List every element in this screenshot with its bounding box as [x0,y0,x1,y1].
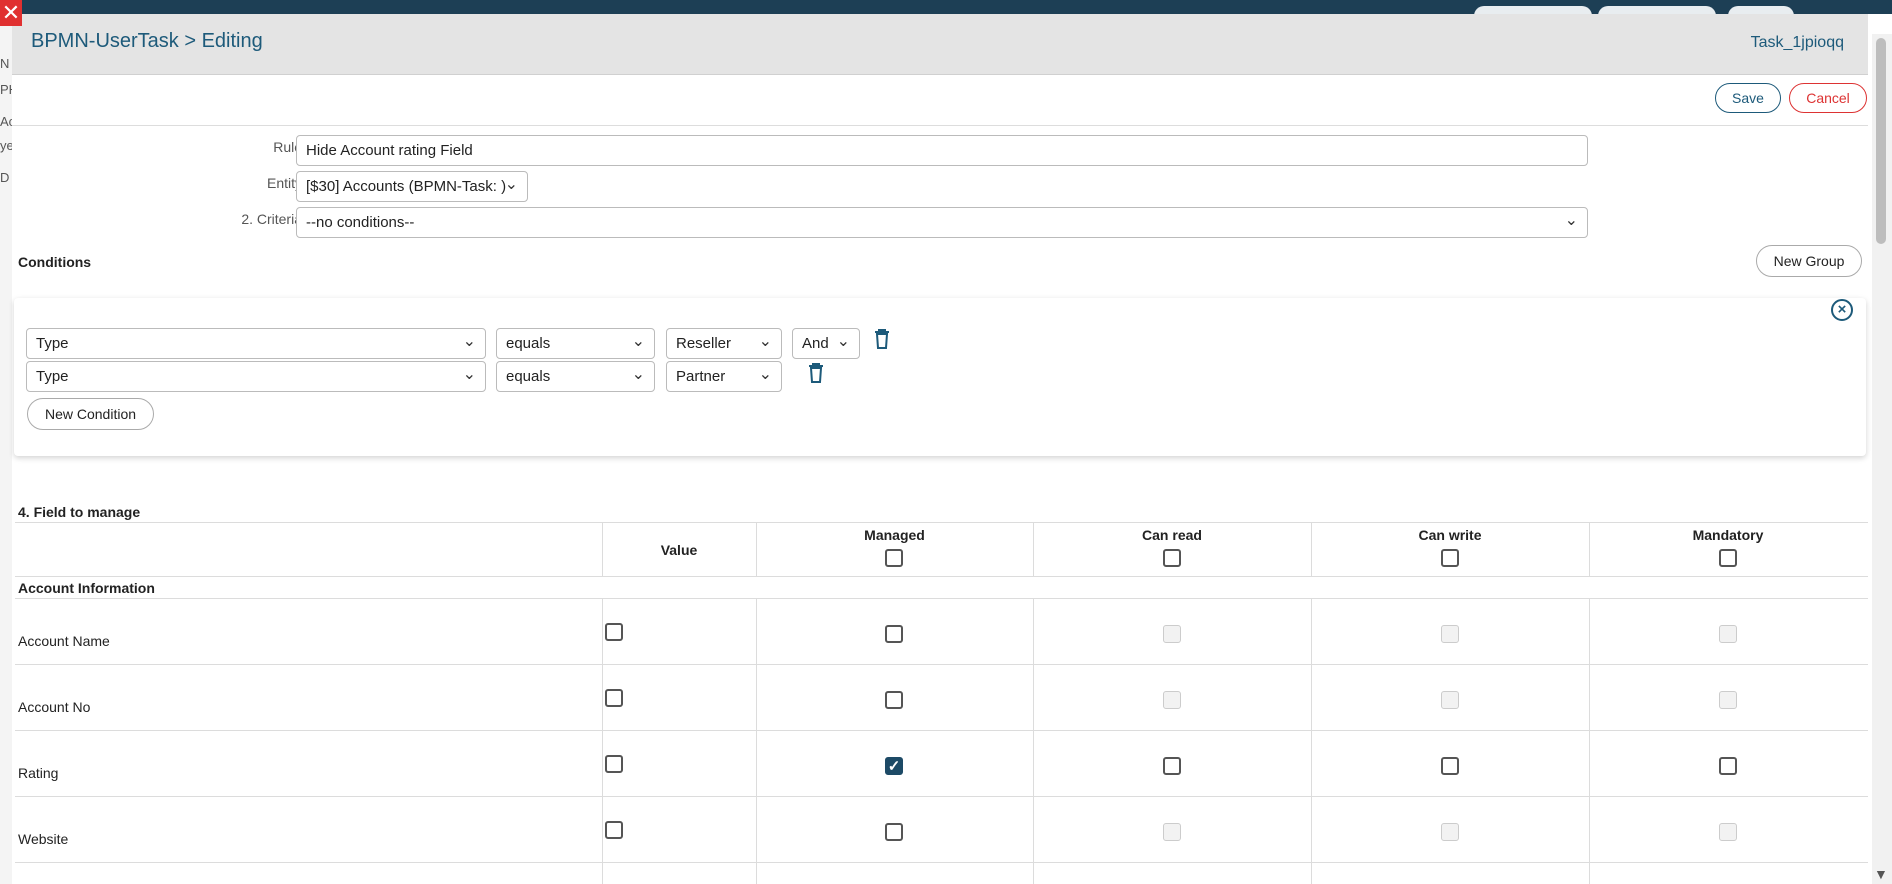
table-border [15,576,1868,577]
column-header-value: Value [660,542,698,558]
save-button[interactable]: Save [1715,83,1781,113]
value-checkbox[interactable] [605,821,623,839]
managed-checkbox[interactable]: ✓ [885,757,903,775]
table-border [756,598,757,884]
field-row-label: Account No [18,699,91,715]
page-title: BPMN-UserTask > Editing [31,30,263,52]
entity-label: Entity [266,175,302,191]
condition-operator-select[interactable]: equals [496,361,655,392]
condition-joiner-value: And [802,335,829,352]
select-all-can-write-checkbox[interactable] [1441,549,1459,567]
select-all-managed-checkbox[interactable] [885,549,903,567]
background-text: PH [0,82,12,97]
background-text: Ac [0,114,12,129]
field-row-label: Rating [18,765,59,781]
cancel-button[interactable]: Cancel [1789,83,1867,113]
table-border [1589,598,1590,884]
new-condition-button[interactable]: New Condition [27,398,154,430]
criteria-select[interactable]: --no conditions-- [296,207,1588,238]
can-read-checkbox [1163,691,1181,709]
condition-value-value: Partner [676,368,726,385]
circle-x-icon[interactable]: × [1831,299,1853,321]
value-checkbox[interactable] [605,755,623,773]
condition-field-select[interactable]: Type [26,328,486,359]
entity-select[interactable]: [$30] Accounts (BPMN-Task: ) [296,171,528,202]
managed-checkbox[interactable] [885,691,903,709]
condition-field-value: Type [36,335,69,352]
scroll-down-icon[interactable]: ▼ [1874,866,1888,882]
table-border [15,730,1868,731]
value-checkbox[interactable] [605,689,623,707]
can-write-checkbox [1441,625,1459,643]
table-border [15,598,1868,599]
criteria-label: 2. Criteria [241,211,302,227]
value-checkbox[interactable] [605,623,623,641]
trash-icon[interactable] [807,362,825,390]
can-write-checkbox [1441,691,1459,709]
condition-field-select[interactable]: Type [26,361,486,392]
background-text: D [0,170,10,185]
condition-field-value: Type [36,368,69,385]
table-border [15,796,1868,797]
condition-operator-select[interactable]: equals [496,328,655,359]
table-border [15,522,1868,523]
column-header-managed: Managed [864,527,925,543]
table-border [1033,598,1034,884]
select-all-can-read-checkbox[interactable] [1163,549,1181,567]
fields-title: 4. Field to manage [18,504,141,520]
criteria-select-value: --no conditions-- [306,214,415,231]
column-header-mandatory: Mandatory [1692,527,1764,543]
rule-label: Rule [273,139,302,155]
field-row-label: Website [18,831,69,847]
table-border [15,664,1868,665]
background-text: ye [0,138,12,153]
condition-operator-value: equals [506,368,551,385]
mandatory-checkbox [1719,691,1737,709]
mandatory-checkbox [1719,625,1737,643]
can-write-checkbox [1441,823,1459,841]
condition-joiner-select[interactable]: And [792,328,860,359]
mandatory-checkbox [1719,823,1737,841]
close-icon[interactable]: ✕ [0,0,22,26]
conditions-title: Conditions [18,254,92,270]
field-row-label: Account Name [18,633,110,649]
table-border [15,862,1868,863]
select-all-mandatory-checkbox[interactable] [1719,549,1737,567]
scrollbar-thumb[interactable] [1876,38,1886,244]
task-id: Task_1jpioqq [1750,34,1844,51]
group-label: Account Information [18,580,155,596]
can-read-checkbox[interactable] [1163,757,1181,775]
trash-icon[interactable] [873,328,891,356]
divider [12,125,1868,126]
condition-value-select[interactable]: Partner [666,361,782,392]
column-header-can-write: Can write [1418,527,1482,543]
condition-value-select[interactable]: Reseller [666,328,782,359]
modal-header: BPMN-UserTask > Editing Task_1jpioqq [12,14,1868,75]
condition-operator-value: equals [506,335,551,352]
mandatory-checkbox[interactable] [1719,757,1737,775]
managed-checkbox[interactable] [885,823,903,841]
column-header-can-read: Can read [1142,527,1202,543]
background-text: N [0,56,10,71]
can-read-checkbox [1163,625,1181,643]
condition-value-value: Reseller [676,335,732,352]
edit-modal: BPMN-UserTask > Editing Task_1jpioqq Sav… [12,14,1868,884]
rule-input[interactable]: Hide Account rating Field [296,135,1588,166]
managed-checkbox[interactable] [885,625,903,643]
table-border [602,598,603,884]
entity-select-value: [$30] Accounts (BPMN-Task: ) [306,178,507,195]
new-group-button[interactable]: New Group [1756,245,1862,277]
table-border [1311,598,1312,884]
can-read-checkbox [1163,823,1181,841]
can-write-checkbox[interactable] [1441,757,1459,775]
